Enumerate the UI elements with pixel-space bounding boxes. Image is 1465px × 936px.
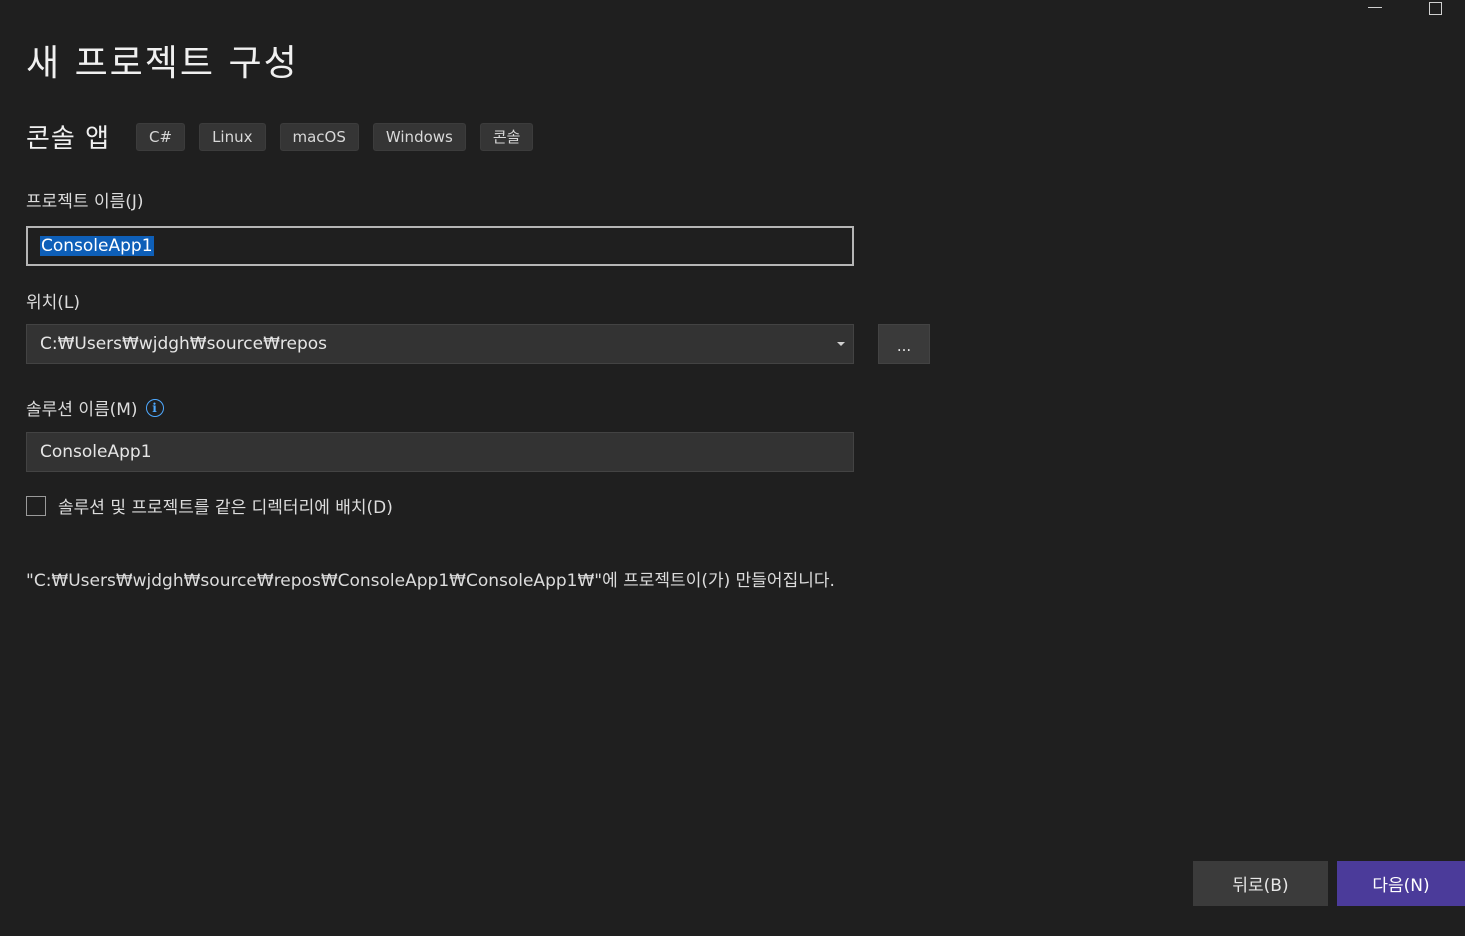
solution-name-label-row: 솔루션 이름(M) i xyxy=(26,395,164,420)
location-label: 위치(L) xyxy=(26,293,81,313)
location-combobox[interactable]: C:₩Users₩wjdgh₩source₩repos xyxy=(26,324,854,364)
same-directory-option[interactable]: 솔루션 및 프로젝트를 같은 디렉터리에 배치(D) xyxy=(26,493,393,518)
window-controls xyxy=(1345,0,1465,28)
template-header: 콘솔 앱 C# Linux macOS Windows 콘솔 xyxy=(26,118,547,155)
same-directory-checkbox[interactable] xyxy=(26,495,46,516)
info-icon[interactable]: i xyxy=(145,398,164,417)
template-name: 콘솔 앱 xyxy=(26,124,111,154)
solution-name-label: 솔루션 이름(M) xyxy=(26,400,138,420)
tag-csharp: C# xyxy=(136,122,186,151)
tag-macos: macOS xyxy=(279,122,359,151)
project-path-preview: "C:₩Users₩wjdgh₩source₩repos₩ConsoleApp1… xyxy=(26,571,835,591)
browse-location-button[interactable]: ... xyxy=(878,324,930,364)
minimize-button[interactable] xyxy=(1345,0,1405,28)
project-name-input[interactable]: ConsoleApp1 xyxy=(26,226,854,266)
configure-project-window: 새 프로젝트 구성 콘솔 앱 C# Linux macOS Windows 콘솔… xyxy=(0,0,1465,936)
solution-name-value: ConsoleApp1 xyxy=(40,442,152,462)
maximize-icon xyxy=(1428,1,1442,15)
project-name-value: ConsoleApp1 xyxy=(40,236,154,256)
tag-linux: Linux xyxy=(199,122,266,151)
back-button[interactable]: 뒤로(B) xyxy=(1193,861,1328,906)
location-value: C:₩Users₩wjdgh₩source₩repos xyxy=(40,334,327,354)
project-name-label: 프로젝트 이름(J) xyxy=(26,192,144,212)
tag-windows: Windows xyxy=(372,122,466,151)
tag-console: 콘솔 xyxy=(479,122,534,151)
solution-name-input[interactable]: ConsoleApp1 xyxy=(26,432,854,472)
next-button[interactable]: 다음(N) xyxy=(1337,861,1465,906)
minimize-icon xyxy=(1368,6,1382,8)
maximize-button[interactable] xyxy=(1405,0,1465,28)
page-title: 새 프로젝트 구성 xyxy=(26,43,299,84)
same-directory-label[interactable]: 솔루션 및 프로젝트를 같은 디렉터리에 배치(D) xyxy=(58,493,393,518)
chevron-down-icon[interactable] xyxy=(837,342,845,346)
